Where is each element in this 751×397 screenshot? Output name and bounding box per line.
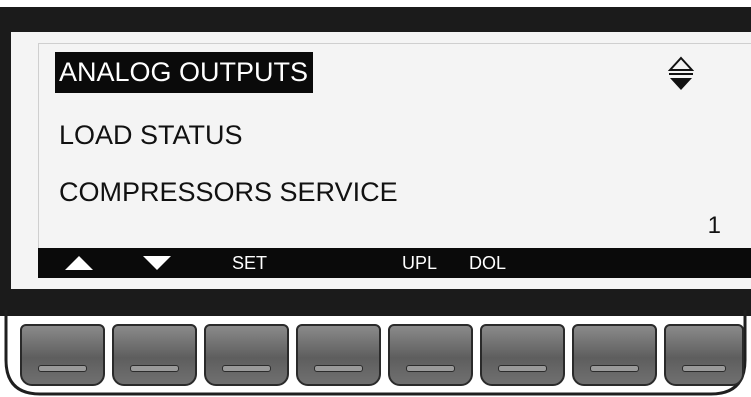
softkey-dol[interactable]: DOL [469, 248, 506, 278]
function-key-4[interactable] [296, 324, 381, 386]
function-key-row [0, 310, 751, 397]
function-key-6[interactable] [480, 324, 565, 386]
menu-item-load-status[interactable]: LOAD STATUS [55, 115, 248, 156]
controller-device: ANALOG OUTPUTS LOAD STATUS COMPRESSORS S… [0, 0, 751, 397]
softkey-set[interactable]: SET [232, 248, 267, 278]
key-groove [406, 365, 455, 372]
function-key-1[interactable] [20, 324, 105, 386]
menu-item-compressors-service[interactable]: COMPRESSORS SERVICE [55, 172, 403, 213]
function-key-8[interactable] [664, 324, 744, 386]
up-down-arrow-icon [668, 56, 694, 90]
key-groove [222, 365, 271, 372]
lcd-screen: ANALOG OUTPUTS LOAD STATUS COMPRESSORS S… [11, 32, 751, 289]
function-key-5[interactable] [388, 324, 473, 386]
key-groove [130, 365, 179, 372]
softkey-upl[interactable]: UPL [402, 248, 437, 278]
softkey-bar: SET UPL DOL [38, 248, 751, 278]
key-groove [314, 365, 363, 372]
function-key-2[interactable] [112, 324, 197, 386]
key-groove [498, 365, 547, 372]
page-number: 1 [707, 212, 721, 239]
function-key-7[interactable] [572, 324, 657, 386]
menu-item-analog-outputs[interactable]: ANALOG OUTPUTS [55, 52, 314, 93]
function-key-3[interactable] [204, 324, 289, 386]
up-triangle-icon [65, 256, 93, 270]
key-groove [590, 365, 639, 372]
key-groove [38, 365, 87, 372]
key-groove [682, 365, 726, 372]
down-triangle-icon [143, 256, 171, 270]
